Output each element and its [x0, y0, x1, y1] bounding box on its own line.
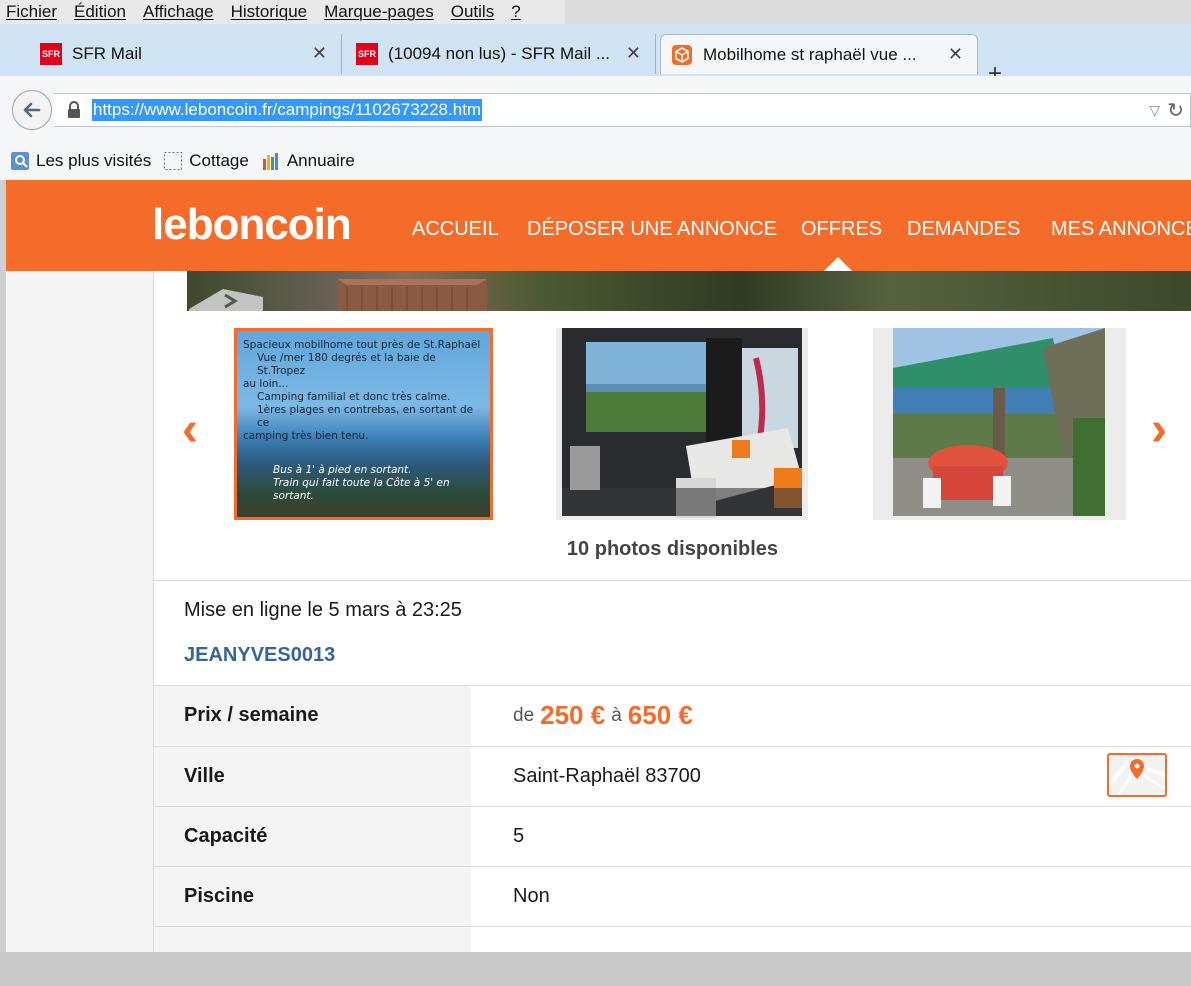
bookmark-label: Cottage: [189, 151, 249, 170]
price-from-label: de: [513, 704, 535, 726]
main-photo-image: [189, 279, 487, 311]
attribute-key: Piscine: [154, 867, 471, 926]
attribute-value: de 250 € à 650 €: [471, 686, 1191, 745]
close-icon[interactable]: ✕: [948, 44, 963, 65]
web-page: leboncoin ACCUEIL DÉPOSER UNE ANNONCE OF…: [6, 180, 1191, 952]
most-visited-icon: [10, 151, 30, 171]
menu-fichier[interactable]: Fichier: [6, 2, 57, 22]
bookmark-cottage[interactable]: Cottage: [163, 151, 249, 171]
status-bar: [0, 952, 1191, 986]
attribute-row-pool: Piscine Non: [154, 866, 1191, 926]
divider: [154, 580, 1191, 581]
menu-help[interactable]: ?: [511, 2, 520, 22]
bookmark-label: Annuaire: [286, 151, 355, 170]
thumbnail-caption: Spacieux mobilhome tout près de St.Rapha…: [243, 339, 481, 442]
posted-date: Mise en ligne le 5 mars à 23:25: [184, 599, 462, 621]
attribute-row-partial: [154, 926, 1191, 952]
price-to: 650 €: [627, 700, 693, 730]
seller-name-link[interactable]: JEANYVES0013: [184, 644, 335, 667]
title-bar: [565, 0, 1191, 24]
back-button[interactable]: [12, 90, 52, 130]
city-value: Saint-Raphaël 83700: [513, 765, 701, 787]
nav-offres[interactable]: OFFRES: [801, 218, 882, 241]
attribute-key: Ville: [154, 747, 471, 806]
photo-thumbnail-2[interactable]: [556, 328, 808, 520]
nav-deposer-annonce[interactable]: DÉPOSER UNE ANNONCE: [527, 218, 777, 241]
price-to-label: à: [611, 704, 622, 726]
lock-icon: [66, 100, 82, 120]
tab-sfr-mail-unread[interactable]: SFR (10094 non lus) - SFR Mail ... ✕: [356, 34, 656, 74]
url-bar[interactable]: https://www.leboncoin.fr/campings/110267…: [54, 93, 1191, 127]
sfr-icon: SFR: [40, 43, 62, 65]
thumbnail-image-living-room: [562, 328, 802, 518]
tab-label: SFR Mail: [72, 44, 142, 63]
nav-mes-annonces[interactable]: MES ANNONCES: [1051, 218, 1191, 241]
tab-label: Mobilhome st raphaël vue ...: [703, 44, 917, 64]
close-icon[interactable]: ✕: [312, 43, 327, 64]
menu-bar: Fichier Édition Affichage Historique Mar…: [0, 0, 565, 24]
leboncoin-logo[interactable]: leboncoin: [152, 200, 352, 250]
thumbnail-image-terrace: [893, 328, 1105, 516]
photo-thumbnail-1[interactable]: Spacieux mobilhome tout près de St.Rapha…: [234, 328, 493, 520]
map-button[interactable]: [1107, 753, 1167, 797]
bookmark-label: Les plus visités: [36, 151, 152, 170]
attribute-value: Saint-Raphaël 83700: [471, 747, 1191, 806]
thumbnail-caption-bottom: Bus à 1' à pied en sortant. Train qui fa…: [273, 464, 450, 502]
tab-sfr-mail[interactable]: SFR SFR Mail ✕: [40, 34, 342, 74]
url-text[interactable]: https://www.leboncoin.fr/campings/110267…: [92, 99, 483, 121]
navigation-bar: https://www.leboncoin.fr/campings/110267…: [0, 76, 1191, 142]
tab-label: (10094 non lus) - SFR Mail ...: [388, 44, 611, 63]
attribute-row-price: Prix / semaine de 250 € à 650 €: [154, 685, 1191, 745]
dropdown-triangle-icon[interactable]: ▽: [1149, 102, 1160, 119]
menu-historique[interactable]: Historique: [231, 2, 308, 22]
close-icon[interactable]: ✕: [626, 43, 641, 64]
carousel-next-arrow-icon[interactable]: ›: [1151, 402, 1167, 457]
nav-demandes[interactable]: DEMANDES: [907, 218, 1020, 241]
photo-thumbnail-3[interactable]: [873, 328, 1126, 520]
tab-strip: SFR SFR Mail ✕ SFR (10094 non lus) - SFR…: [0, 24, 1191, 87]
reload-icon[interactable]: ↻: [1167, 98, 1184, 123]
leboncoin-icon: [671, 44, 693, 66]
attribute-key: Capacité: [154, 807, 471, 866]
main-photo[interactable]: [187, 271, 1191, 311]
sfr-icon: SFR: [356, 43, 378, 65]
menu-marque-pages[interactable]: Marque-pages: [324, 2, 434, 22]
active-nav-indicator: [824, 257, 852, 271]
back-arrow-icon: [23, 102, 41, 118]
menu-edition[interactable]: Édition: [74, 2, 126, 22]
map-pin-icon: [1107, 759, 1166, 796]
attribute-key: [154, 927, 471, 952]
left-gutter: [6, 271, 154, 952]
menu-outils[interactable]: Outils: [451, 2, 494, 22]
photos-count: 10 photos disponibles: [566, 538, 779, 560]
bookmarks-bar: Les plus visités Cottage Annuaire: [0, 142, 1191, 180]
attribute-value: Non: [471, 867, 1191, 926]
bookmark-most-visited[interactable]: Les plus visités: [10, 151, 151, 171]
tab-mobilhome[interactable]: Mobilhome st raphaël vue ... ✕: [660, 34, 978, 74]
carousel-prev-arrow-icon[interactable]: ‹: [182, 402, 198, 457]
attribute-value: [471, 927, 1191, 952]
folder-icon: [163, 151, 183, 171]
price-from: 250 €: [540, 700, 606, 730]
attribute-row-city: Ville Saint-Raphaël 83700: [154, 746, 1191, 806]
directory-icon: [261, 151, 281, 171]
attribute-value: 5: [471, 807, 1191, 866]
menu-affichage[interactable]: Affichage: [143, 2, 214, 22]
site-header: leboncoin ACCUEIL DÉPOSER UNE ANNONCE OF…: [6, 180, 1191, 271]
attribute-row-capacity: Capacité 5: [154, 806, 1191, 866]
attribute-key: Prix / semaine: [154, 686, 471, 745]
bookmark-annuaire[interactable]: Annuaire: [261, 151, 355, 171]
nav-accueil[interactable]: ACCUEIL: [412, 218, 499, 241]
